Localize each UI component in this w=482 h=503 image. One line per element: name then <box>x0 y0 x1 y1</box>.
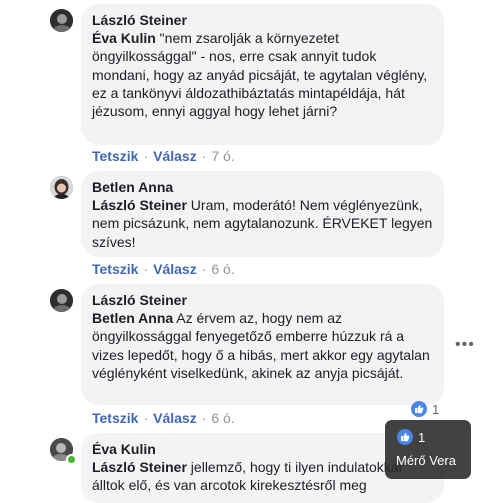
tooltip-header: 1 <box>397 429 425 445</box>
comment-actions: Tetszik · Válasz · 7 ó. <box>92 148 235 164</box>
avatar[interactable] <box>50 176 73 199</box>
like-link[interactable]: Tetszik <box>92 261 138 277</box>
like-link[interactable]: Tetszik <box>92 410 138 426</box>
timestamp[interactable]: 7 ó. <box>211 148 234 164</box>
comment-bubble: Betlen Anna László Steiner Uram, moderát… <box>81 171 444 257</box>
mention-link[interactable]: Betlen Anna <box>92 310 173 326</box>
avatar[interactable] <box>50 289 73 312</box>
comment-bubble: László Steiner Éva Kulin "nem zsarolják … <box>81 4 444 145</box>
comment-author[interactable]: Éva Kulin <box>92 440 433 458</box>
reaction-badge[interactable]: 1 <box>411 400 439 418</box>
comment-author[interactable]: László Steiner <box>92 291 433 309</box>
online-status-badge <box>66 454 77 465</box>
avatar[interactable] <box>50 9 73 32</box>
comment-author[interactable]: Betlen Anna <box>92 178 433 196</box>
like-link[interactable]: Tetszik <box>92 148 138 164</box>
comment-bubble: László Steiner Betlen Anna Az érvem az, … <box>81 284 444 405</box>
comment-actions: Tetszik · Válasz · 6 ó. <box>92 410 235 426</box>
reply-link[interactable]: Válasz <box>153 148 197 164</box>
like-reaction-icon <box>411 401 427 417</box>
tooltip-count: 1 <box>418 429 426 445</box>
reply-link[interactable]: Válasz <box>153 410 197 426</box>
like-reaction-icon <box>397 429 413 445</box>
comment-actions: Tetszik · Válasz · 6 ó. <box>92 261 235 277</box>
mention-link[interactable]: László Steiner <box>92 197 187 213</box>
reactor-name: Mérő Vera <box>396 453 456 468</box>
timestamp[interactable]: 6 ó. <box>211 410 234 426</box>
more-options-icon[interactable]: ••• <box>455 336 475 354</box>
mention-link[interactable]: László Steiner <box>92 459 187 475</box>
timestamp[interactable]: 6 ó. <box>211 261 234 277</box>
reaction-tooltip: 1 Mérő Vera <box>385 420 471 479</box>
comment-author[interactable]: László Steiner <box>92 11 433 29</box>
reply-link[interactable]: Válasz <box>153 261 197 277</box>
mention-link[interactable]: Éva Kulin <box>92 30 156 46</box>
reaction-count: 1 <box>432 401 440 417</box>
